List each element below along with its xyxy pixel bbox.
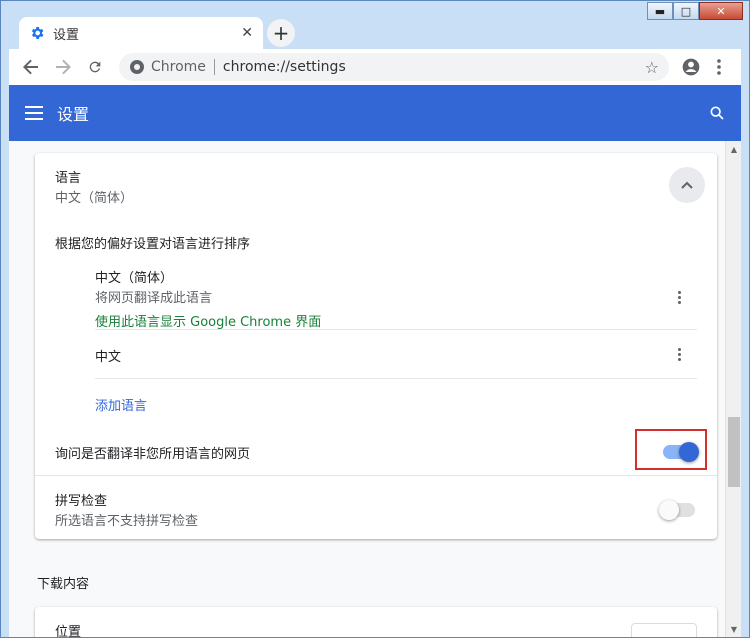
language-card: 语言 中文（简体） 根据您的偏好设置对语言进行排序 中文（简体） 将网页翻译成此… bbox=[35, 153, 717, 539]
spellcheck-toggle[interactable] bbox=[659, 500, 695, 520]
address-bar[interactable]: Chrome chrome://settings ☆ bbox=[119, 53, 669, 81]
account-button[interactable] bbox=[677, 53, 705, 81]
gear-icon bbox=[31, 27, 44, 39]
scroll-thumb[interactable] bbox=[728, 417, 740, 487]
site-label: Chrome bbox=[151, 59, 206, 75]
menu-dots-icon bbox=[717, 59, 721, 75]
language-item-name: 中文 bbox=[95, 350, 122, 365]
scroll-down-icon[interactable]: ▼ bbox=[726, 621, 741, 637]
reload-icon bbox=[89, 61, 101, 73]
site-info-icon[interactable] bbox=[129, 59, 145, 75]
downloads-card: 位置 bbox=[35, 607, 717, 637]
language-order-label: 根据您的偏好设置对语言进行排序 bbox=[55, 237, 251, 252]
search-icon[interactable] bbox=[709, 105, 725, 121]
change-location-button[interactable] bbox=[631, 623, 697, 637]
account-icon bbox=[682, 58, 700, 76]
forward-icon bbox=[56, 59, 71, 75]
more-vert-icon[interactable] bbox=[669, 344, 689, 364]
language-item-name: 中文（简体） bbox=[95, 271, 174, 286]
tab-strip: 设置 ✕ + bbox=[9, 15, 741, 49]
divider bbox=[35, 475, 717, 476]
language-title: 语言 bbox=[55, 171, 82, 186]
back-icon bbox=[23, 59, 38, 75]
back-button[interactable] bbox=[17, 53, 45, 81]
browser-toolbar: Chrome chrome://settings ☆ bbox=[9, 49, 741, 85]
omnibox-separator bbox=[213, 59, 215, 75]
spellcheck-subtitle: 所选语言不支持拼写检查 bbox=[55, 514, 199, 529]
hamburger-icon[interactable] bbox=[25, 106, 43, 120]
close-icon[interactable]: ✕ bbox=[241, 25, 253, 41]
plus-icon: + bbox=[272, 21, 290, 45]
star-icon[interactable]: ☆ bbox=[645, 58, 659, 77]
chrome-menu-button[interactable] bbox=[705, 53, 733, 81]
page-title: 设置 bbox=[57, 105, 90, 124]
more-vert-icon[interactable] bbox=[669, 287, 689, 307]
settings-header: 设置 bbox=[9, 85, 741, 141]
collapse-button[interactable] bbox=[669, 167, 705, 203]
scroll-up-icon[interactable]: ▲ bbox=[726, 141, 741, 157]
translate-toggle[interactable] bbox=[663, 442, 699, 462]
browser-window: ▬ □ ✕ 设置 ✕ + Chrome chrome://settings ☆ bbox=[0, 0, 750, 638]
downloads-heading: 下载内容 bbox=[37, 577, 90, 592]
language-item-note: 将网页翻译成此语言 bbox=[95, 291, 213, 306]
divider bbox=[95, 378, 697, 379]
language-current: 中文（简体） bbox=[55, 191, 134, 206]
add-language-link[interactable]: 添加语言 bbox=[95, 395, 147, 414]
chevron-up-icon bbox=[681, 181, 693, 189]
url-text[interactable]: chrome://settings bbox=[223, 59, 645, 75]
translate-prompt-label: 询问是否翻译非您所用语言的网页 bbox=[55, 447, 251, 462]
divider bbox=[95, 329, 697, 330]
toggle-knob bbox=[659, 500, 679, 520]
tab-settings[interactable]: 设置 ✕ bbox=[19, 17, 263, 49]
scrollbar[interactable]: ▲ ▼ bbox=[725, 141, 741, 637]
reload-button[interactable] bbox=[81, 53, 109, 81]
spellcheck-title: 拼写检查 bbox=[55, 494, 108, 509]
display-language-link[interactable]: 使用此语言显示 Google Chrome 界面 bbox=[95, 311, 321, 330]
forward-button[interactable] bbox=[49, 53, 77, 81]
new-tab-button[interactable]: + bbox=[267, 19, 295, 47]
download-location-label: 位置 bbox=[55, 625, 82, 637]
settings-content: 语言 中文（简体） 根据您的偏好设置对语言进行排序 中文（简体） 将网页翻译成此… bbox=[9, 141, 741, 637]
toggle-knob bbox=[679, 442, 699, 462]
tab-title: 设置 bbox=[53, 27, 80, 43]
